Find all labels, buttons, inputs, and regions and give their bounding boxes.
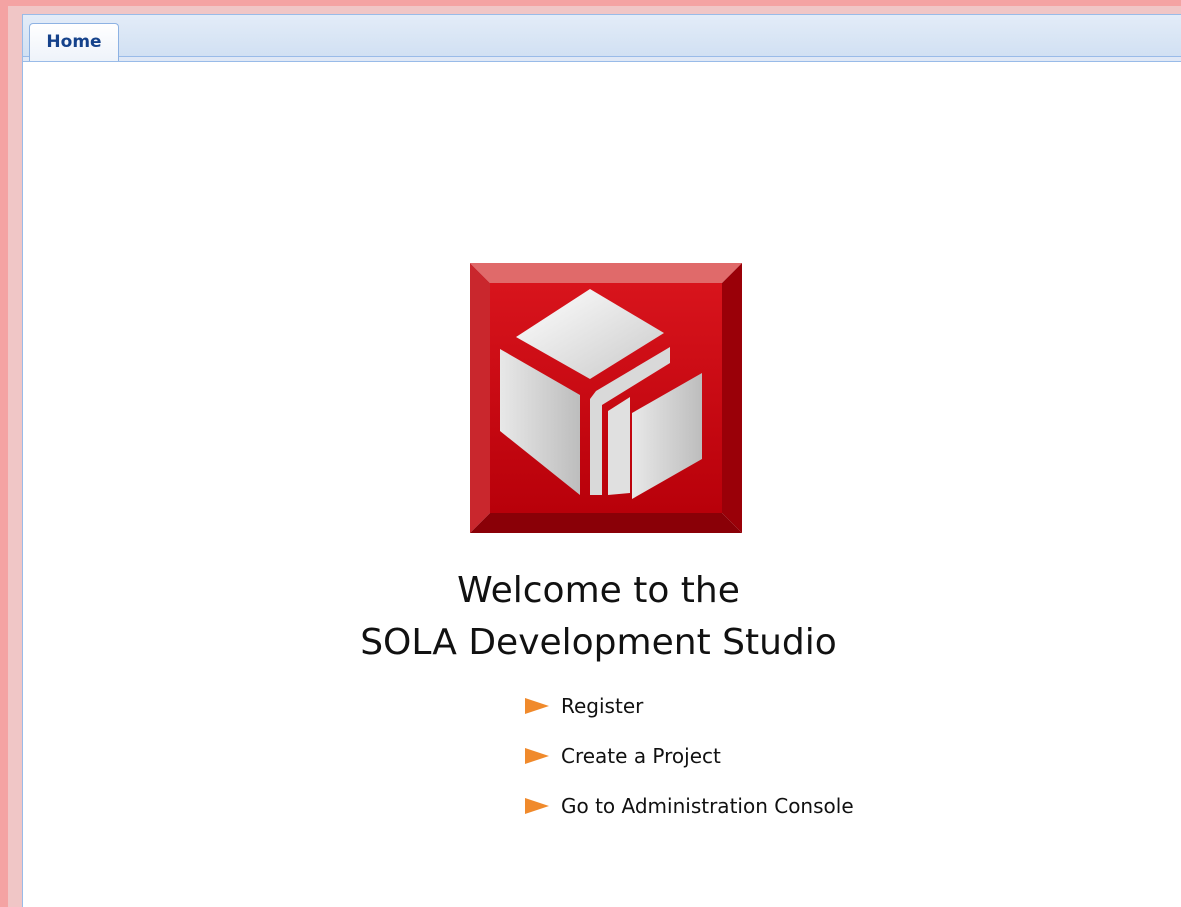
tab-strip: Home — [23, 15, 1181, 62]
orange-arrow-icon — [525, 698, 549, 714]
orange-arrow-icon — [525, 798, 549, 814]
admin-console-link-label[interactable]: Go to Administration Console — [561, 790, 854, 822]
orange-arrow-icon — [525, 748, 549, 764]
sola-cube-logo-icon — [470, 263, 742, 533]
register-link-label[interactable]: Register — [561, 690, 643, 722]
home-content: Welcome to the SOLA Development Studio R… — [23, 62, 1181, 907]
welcome-line-1: Welcome to the — [457, 570, 740, 611]
tab-strip-divider — [23, 56, 1181, 61]
tab-home[interactable]: Home — [29, 23, 119, 61]
welcome-line-2: SOLA Development Studio — [360, 622, 837, 663]
create-project-link-label[interactable]: Create a Project — [561, 740, 721, 772]
window-frame: Home Welcome to the SOLA Development Stu… — [0, 0, 1181, 907]
welcome-heading: Welcome to the SOLA Development Studio — [23, 565, 1181, 669]
main-panel: Home Welcome to the SOLA Development Stu… — [22, 14, 1181, 907]
